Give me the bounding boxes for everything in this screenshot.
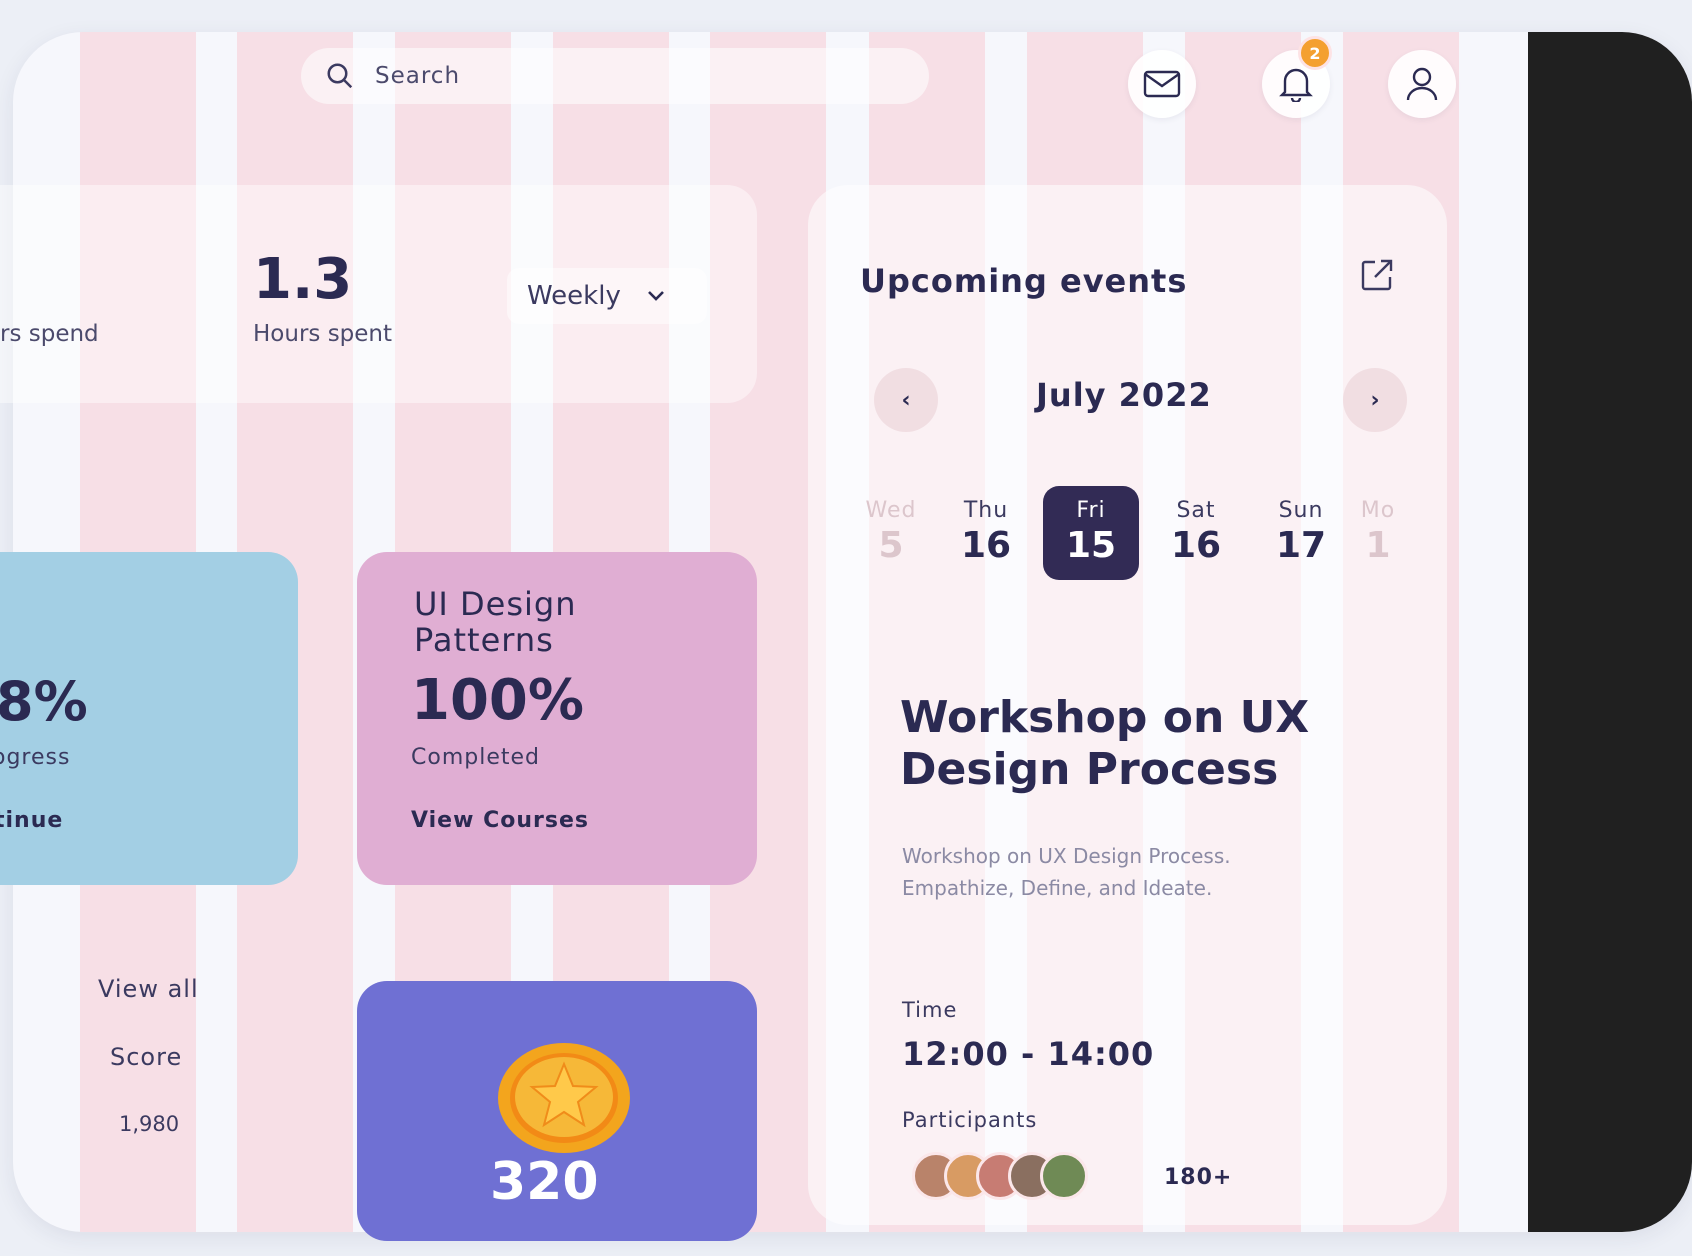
- continue-link[interactable]: tinue: [0, 808, 63, 833]
- workshop-description: Workshop on UX Design Process. Empathize…: [902, 844, 1231, 900]
- day-cell[interactable]: Wed 5: [843, 486, 939, 580]
- side-dark-panel: [1528, 32, 1692, 1232]
- chevron-left-icon: ‹: [901, 387, 911, 413]
- prev-month-button[interactable]: ‹: [874, 368, 938, 432]
- day-cell[interactable]: Mo 1: [1348, 486, 1408, 580]
- avatar: [1040, 1152, 1088, 1200]
- day-name: Fri: [1076, 498, 1106, 523]
- notifications-button[interactable]: 2: [1262, 36, 1332, 118]
- time-label: Time: [902, 998, 958, 1022]
- hours-spent-value: 1.3: [253, 247, 353, 312]
- day-name: Sat: [1176, 498, 1216, 523]
- day-name: Sun: [1278, 498, 1324, 523]
- course-title: UI Design Patterns: [414, 585, 577, 659]
- score-column-header: Score: [110, 1043, 183, 1071]
- day-date: 5: [878, 525, 904, 566]
- external-link-icon[interactable]: [1360, 258, 1394, 292]
- score-value: 1,980: [119, 1112, 180, 1136]
- period-dropdown[interactable]: Weekly: [507, 268, 707, 324]
- mail-button[interactable]: [1128, 50, 1196, 118]
- chevron-down-icon: [647, 291, 664, 301]
- day-name: Mo: [1360, 498, 1396, 523]
- bell-icon: [1279, 68, 1313, 102]
- day-cell-selected[interactable]: Fri 15: [1043, 486, 1139, 580]
- profile-button[interactable]: [1388, 50, 1456, 118]
- search-icon: [327, 63, 353, 89]
- view-courses-link[interactable]: View Courses: [411, 808, 589, 833]
- time-value: 12:00 - 14:00: [902, 1035, 1155, 1073]
- day-name: Thu: [963, 498, 1009, 523]
- day-date: 1: [1365, 525, 1391, 566]
- course-percent: 8%: [0, 670, 88, 733]
- search-placeholder: Search: [375, 63, 461, 89]
- workshop-title: Workshop on UX Design Process: [900, 692, 1310, 795]
- next-month-button[interactable]: ›: [1343, 368, 1407, 432]
- day-cell[interactable]: Sat 16: [1148, 486, 1244, 580]
- course-status: Completed: [411, 745, 540, 770]
- day-date: 16: [960, 525, 1012, 566]
- day-name: Wed: [865, 498, 917, 523]
- day-cell[interactable]: Thu 16: [938, 486, 1034, 580]
- stat-label-partial: rs spend: [0, 321, 99, 347]
- day-date: 16: [1170, 525, 1222, 566]
- reward-points: 320: [490, 1152, 599, 1212]
- chevron-right-icon: ›: [1370, 387, 1380, 413]
- month-label: July 2022: [1036, 376, 1212, 414]
- notification-badge: 2: [1298, 36, 1332, 70]
- course-status: ogress: [0, 745, 71, 770]
- search-input[interactable]: Search: [301, 48, 929, 104]
- course-percent: 100%: [411, 668, 585, 733]
- star-coin-icon: [498, 1043, 630, 1153]
- mail-icon: [1143, 70, 1181, 98]
- user-icon: [1406, 67, 1438, 101]
- participants-label: Participants: [902, 1108, 1038, 1132]
- view-all-link[interactable]: View all: [98, 975, 199, 1003]
- day-date: 17: [1275, 525, 1327, 566]
- participants-count: 180+: [1164, 1165, 1233, 1190]
- hours-spent-label: Hours spent: [253, 321, 393, 347]
- period-value: Weekly: [527, 281, 621, 311]
- upcoming-events-title: Upcoming events: [860, 262, 1188, 300]
- day-date: 15: [1065, 525, 1117, 566]
- day-cell[interactable]: Sun 17: [1253, 486, 1349, 580]
